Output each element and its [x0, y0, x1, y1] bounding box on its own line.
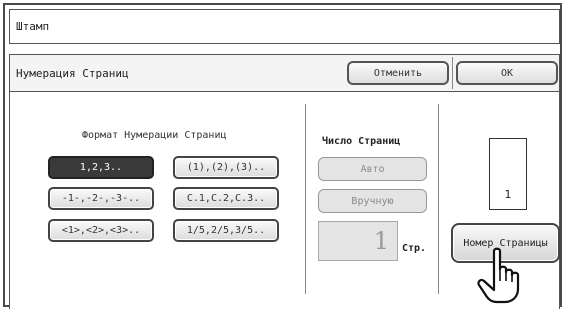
- auto-button[interactable]: Авто: [318, 157, 427, 181]
- preview-page-number: 1: [504, 188, 512, 201]
- settings-panel: Формат Нумерации Страниц 1,2,3.. (1),(2)…: [9, 92, 560, 309]
- page-preview: 1: [489, 138, 527, 210]
- format-option-fraction[interactable]: 1/5,2/5,3/5..: [173, 219, 279, 242]
- page-numbering-header: Нумерация Страниц Отменить OK: [9, 54, 560, 92]
- manual-button[interactable]: Вручную: [318, 189, 427, 213]
- format-option-paren[interactable]: (1),(2),(3)..: [173, 156, 279, 179]
- ok-button[interactable]: OK: [456, 61, 558, 85]
- stamp-dialog: Штамп Нумерация Страниц Отменить OK Форм…: [3, 3, 562, 309]
- hand-pointer-icon: [477, 247, 520, 304]
- page-count-unit: Стр.: [402, 243, 427, 254]
- section-divider-left: [305, 104, 306, 294]
- format-label: Формат Нумерации Страниц: [82, 130, 227, 141]
- page-count-label: Число Страниц: [322, 136, 401, 147]
- section-divider-right: [438, 104, 439, 294]
- format-option-angle[interactable]: <1>,<2>,<3>..: [48, 219, 154, 242]
- window-title-bar: Штамп: [9, 9, 560, 44]
- format-option-dash[interactable]: -1-,-2-,-3-..: [48, 187, 154, 210]
- format-option-1-2-3[interactable]: 1,2,3..: [48, 156, 154, 179]
- format-option-c-prefix[interactable]: C.1,C.2,C.3..: [173, 187, 279, 210]
- header-divider: [452, 57, 453, 89]
- cancel-button[interactable]: Отменить: [347, 61, 449, 85]
- page-numbering-title: Нумерация Страниц: [16, 67, 129, 80]
- window-title: Штамп: [16, 20, 50, 33]
- page-count-field[interactable]: 1: [318, 221, 398, 261]
